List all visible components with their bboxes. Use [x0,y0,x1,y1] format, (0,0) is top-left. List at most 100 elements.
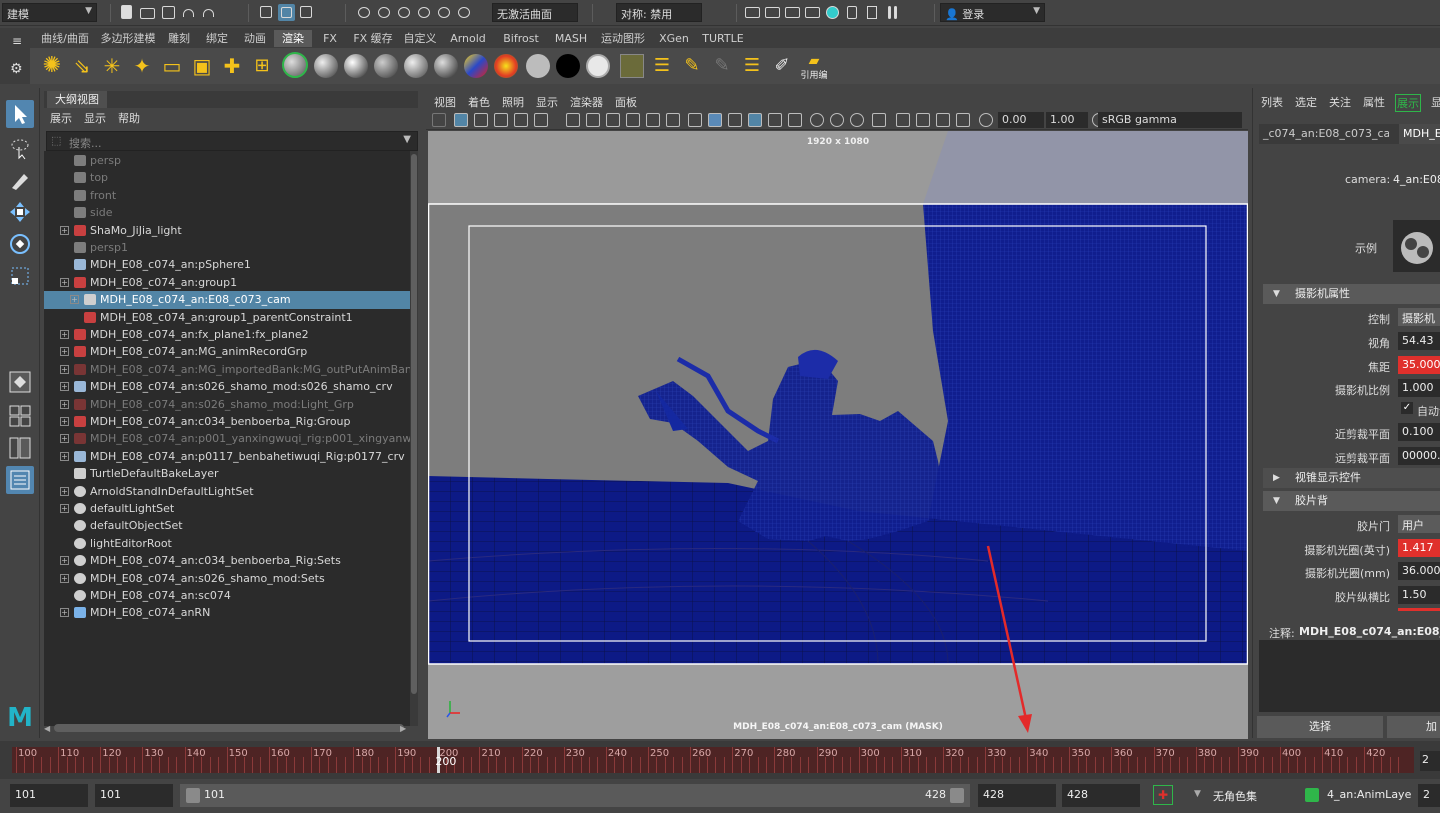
wireframe-icon[interactable] [688,113,702,127]
ramp-material-icon[interactable] [464,54,488,78]
spot-light-icon[interactable]: ✦ [130,54,154,78]
camera-node-value[interactable]: 4_an:E08_ [1393,173,1440,186]
screen-space-ao-icon[interactable] [830,113,844,127]
four-view-layout-icon[interactable] [6,402,34,430]
shelf-tab[interactable]: 自定义 [398,30,442,47]
new-scene-icon[interactable] [118,4,135,21]
select-hierarchy-icon[interactable] [258,4,275,21]
outliner-item[interactable]: + defaultLightSet [44,500,410,517]
snap-vertex-icon[interactable] [456,4,473,21]
scroll-right-icon[interactable]: ▶ [400,724,406,733]
snap-curve-icon[interactable] [376,4,393,21]
tab-camera-shape[interactable]: MDH_E0 [1399,124,1440,144]
viewport-menu-lighting[interactable]: 照明 [502,94,524,110]
gate-mask-icon[interactable] [626,113,640,127]
expand-icon[interactable]: + [60,382,69,392]
shelf-menu-icon[interactable]: ≡ [12,34,22,48]
wireframe-on-shaded-icon[interactable] [748,113,762,127]
film-gate-icon[interactable] [586,113,600,127]
outliner-item[interactable]: + MDH_E08_c074_an:s026_shamo_mod:Light_Gr… [44,396,410,413]
auto-key-icon[interactable]: ✚ [1153,785,1173,805]
playback-end-field[interactable]: 428 [978,784,1056,807]
snap-point-icon[interactable] [396,4,413,21]
directional-light-icon[interactable]: ⇘ [70,54,94,78]
tab-camera-transform[interactable]: _c074_an:E08_c073_cam [1259,124,1389,144]
outliner-item[interactable]: persp [44,152,410,169]
phong-material-icon[interactable] [344,54,368,78]
rotate-tool-icon[interactable] [6,230,34,258]
viewport-menu-panels[interactable]: 面板 [615,94,637,110]
volume-light-icon[interactable]: ▣ [190,54,214,78]
time-slider-track[interactable]: 100 110 120 130 140 150 160 170 180 190 200 210 220 2… [12,747,1414,773]
render-sequence-icon[interactable] [764,4,781,21]
time-end-field[interactable]: 2 [1420,751,1440,771]
use-background-icon[interactable] [526,54,550,78]
frustum-display-section[interactable]: ▶ 视锥显示控件 [1263,468,1440,488]
aperture-mm-field[interactable]: 36.000 [1398,562,1440,580]
persp-outliner-layout-icon[interactable] [6,434,34,462]
outliner-vertical-scrollbar[interactable] [410,151,418,726]
white-shader-icon[interactable] [586,54,610,78]
layered-material-icon[interactable] [434,54,458,78]
outliner-item[interactable]: + ArnoldStandInDefaultLightSet [44,483,410,500]
snap-view-icon[interactable] [416,4,433,21]
symmetry-dropdown[interactable]: 对称: 禁用 [616,3,702,22]
outliner-item[interactable]: + ShaMo_JiJia_light [44,222,410,239]
xray-components-icon[interactable] [956,113,970,127]
redo-icon[interactable] [200,4,217,21]
focal-length-field[interactable]: 35.000 [1398,356,1440,374]
surface-shader-icon[interactable] [494,54,518,78]
expand-icon[interactable]: + [60,434,69,444]
snap-grid-icon[interactable] [356,4,373,21]
render-settings-icon[interactable] [804,4,821,21]
safe-action-icon[interactable] [666,113,680,127]
expand-icon[interactable]: + [70,295,79,305]
shelf-tab[interactable]: 运动图形 [594,30,652,47]
outliner-item[interactable]: MDH_E08_c074_an:group1_parentConstraint1 [44,309,410,326]
lasso-tool-icon[interactable] [6,134,34,162]
expand-icon[interactable]: + [60,277,69,287]
expand-icon[interactable]: + [60,417,69,426]
time-slider[interactable]: 100 110 120 130 140 150 160 170 180 190 200 210 220 2… [0,741,1440,779]
shelf-tab[interactable]: Bifrost [494,30,548,47]
outliner-item[interactable]: + MDH_E08_c074_an:group1 [44,274,410,291]
attr-menu-attributes[interactable]: 属性 [1363,94,1385,110]
outliner-item[interactable]: top [44,169,410,186]
shelf-tab[interactable]: XGen [652,30,696,47]
color-space-dropdown[interactable]: sRGB gamma [1098,112,1242,128]
live-surface-field[interactable]: 无激活曲面 [492,3,578,22]
expand-icon[interactable]: + [60,608,69,618]
field-chart-icon[interactable] [646,113,660,127]
outliner-item[interactable]: side [44,204,410,221]
expand-icon[interactable]: + [60,573,69,583]
render-setup-icon[interactable]: ✎ [710,54,734,78]
attr-menu-focus[interactable]: 关注 [1329,94,1351,110]
outliner-item[interactable]: MDH_E08_c074_an:pSphere1 [44,256,410,273]
open-scene-icon[interactable] [139,4,156,21]
attr-menu-selected[interactable]: 选定 [1295,94,1317,110]
resolution-gate-icon[interactable] [606,113,620,127]
outliner-item[interactable]: + MDH_E08_c074_an:p0117_benbahetiwuqi_Rig… [44,448,410,465]
control-dropdown[interactable]: 摄影机 [1398,308,1440,326]
outliner-item[interactable]: persp1 [44,239,410,256]
film-aspect-field[interactable]: 1.50 [1398,586,1440,604]
smooth-shade-icon[interactable] [708,113,722,127]
film-back-section[interactable]: ▼ 胶片背 [1263,491,1440,511]
camera-attrs-icon[interactable] [454,113,468,127]
outliner-tab[interactable]: 大纲视图 [47,91,107,108]
angle-of-view-field[interactable]: 54.43 [1398,332,1440,350]
select-component-icon[interactable] [298,4,315,21]
login-dropdown[interactable]: 👤 登录 ▼ [940,3,1045,22]
shadows-icon[interactable] [810,113,824,127]
ipr-render-icon[interactable] [784,4,801,21]
attr-menu-list[interactable]: 列表 [1261,94,1283,110]
area-light-icon[interactable]: ▭ [160,54,184,78]
attr-menu-display[interactable]: 展示 [1395,94,1421,112]
shelf-tab[interactable]: MASH [548,30,594,47]
shelf-tab[interactable]: 多边形建模 [96,30,160,47]
render-layer-icon[interactable]: ☰ [650,54,674,78]
reference-editor-button[interactable]: ▰ 引用编 [798,54,830,81]
gear-render-icon[interactable]: ✐ [770,54,794,78]
animation-end-field[interactable]: 428 [1062,784,1140,807]
expand-icon[interactable]: + [60,399,69,409]
